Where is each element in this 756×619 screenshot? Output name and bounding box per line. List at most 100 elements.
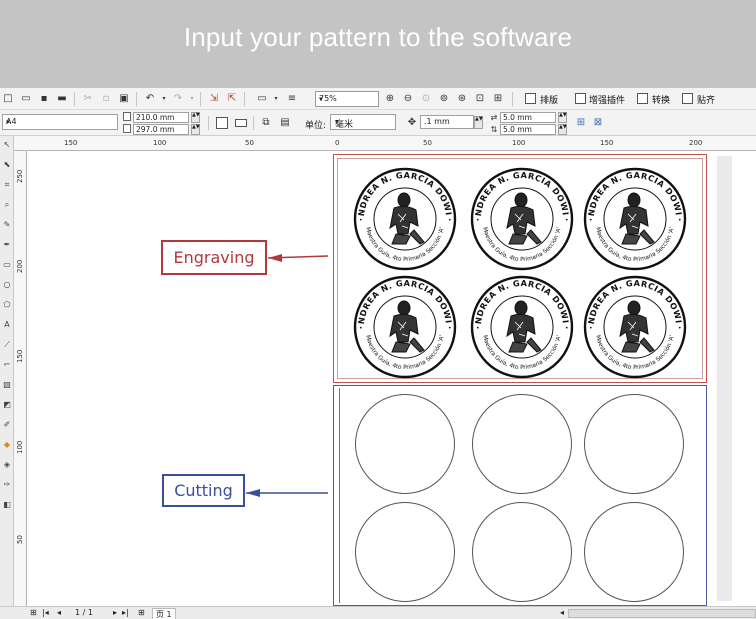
undo-icon[interactable]: ↶ — [144, 93, 156, 105]
duplicate-distance-y-field[interactable]: 5.0 mm — [500, 124, 556, 135]
prev-page-icon[interactable]: ◂ — [57, 608, 61, 617]
smart-fill-icon[interactable]: ◈ — [2, 460, 12, 469]
zoom-out-icon[interactable]: ⊖ — [402, 93, 414, 105]
options-icon[interactable]: ≡ — [286, 93, 298, 105]
cut-circle[interactable] — [355, 394, 455, 494]
page-tab[interactable]: 页 1 — [152, 608, 176, 619]
zoom-in-icon[interactable]: ⊕ — [384, 93, 396, 105]
undo-dropdown-icon[interactable]: ▾ — [158, 93, 170, 105]
cut-icon[interactable]: ✂ — [82, 93, 94, 105]
add-page-end-icon[interactable]: ⊞ — [138, 608, 145, 617]
stamp-design[interactable]: ANDREA N. GARCIA DOWINMaestra Guía, 4to … — [463, 156, 577, 274]
vertical-ruler[interactable]: 250 200 150 100 50 — [14, 151, 27, 606]
layout-command[interactable]: 排版 — [540, 93, 558, 106]
plugin-icon[interactable] — [575, 93, 586, 104]
layout-icon[interactable] — [525, 93, 536, 104]
zoom-selected-icon[interactable]: ⊙ — [420, 93, 432, 105]
open-folder-icon[interactable]: ▭ — [20, 93, 32, 105]
stamp-design[interactable]: ANDREA N. GARCIA DOWINMaestra Guía, 4to … — [576, 156, 690, 274]
snap-objects-icon[interactable]: ⊞ — [575, 117, 587, 129]
plugin-command[interactable]: 增强插件 — [589, 93, 625, 106]
zoom-all-icon[interactable]: ⊚ — [438, 93, 450, 105]
zoom-height-icon[interactable]: ⊞ — [492, 93, 504, 105]
zoom-tool-icon[interactable]: ⌕ — [2, 200, 12, 209]
zoom-select[interactable]: 75% ▾ — [315, 91, 379, 107]
artistic-media-icon[interactable]: ✒ — [2, 240, 12, 249]
export-icon[interactable]: ⇱ — [226, 93, 238, 105]
ellipse-tool-icon[interactable]: ○ — [2, 280, 12, 289]
launcher-dropdown-icon[interactable]: ▾ — [270, 93, 282, 105]
fill-tool-icon[interactable]: ◧ — [2, 500, 12, 509]
application-launcher-icon[interactable]: ▭ — [256, 93, 268, 105]
nudge-spinner[interactable]: ▲▼ — [474, 116, 483, 129]
unit-select[interactable]: 毫米 ▾ — [330, 114, 396, 130]
svg-text:•: • — [565, 217, 569, 224]
cut-circle[interactable] — [472, 502, 572, 602]
drawing-canvas[interactable]: ANDREA N. GARCIA DOWINMaestra Guía, 4to … — [27, 151, 756, 606]
snap-command[interactable]: 贴齐 — [697, 93, 715, 106]
polygon-tool-icon[interactable]: ⬠ — [2, 300, 12, 309]
redo-dropdown-icon[interactable]: ▾ — [186, 93, 198, 105]
stamp-design[interactable]: ANDREA N. GARCIA DOWINMaestra Guía, 4to … — [346, 264, 460, 382]
width-spinner[interactable]: ▲▼ — [191, 112, 200, 123]
first-page-icon[interactable]: |◂ — [42, 608, 49, 617]
parallel-dimension-icon[interactable]: ⟋ — [2, 340, 12, 349]
standard-toolbar: □ ▭ ▪ ▬ ✂ ▫ ▣ ↶ ▾ ↷ ▾ ⇲ ⇱ ▭ ▾ ≡ 75% ▾ ⊕ … — [0, 88, 756, 110]
snap-icon[interactable] — [682, 93, 693, 104]
freehand-tool-icon[interactable]: ✎ — [2, 220, 12, 229]
height-spinner[interactable]: ▲▼ — [191, 124, 200, 135]
nudge-distance-field[interactable]: .1 mm — [420, 115, 474, 129]
text-tool-icon[interactable]: A — [2, 320, 12, 329]
page-width-field[interactable]: 210.0 mm — [133, 112, 189, 123]
page-size-select[interactable]: A4 ▾ — [2, 114, 118, 130]
portrait-icon[interactable] — [216, 117, 228, 129]
svg-text:•: • — [448, 325, 452, 332]
stamp-design[interactable]: ANDREA N. GARCIA DOWINMaestra Guía, 4to … — [463, 264, 577, 382]
stamp-design[interactable]: ANDREA N. GARCIA DOWINMaestra Guía, 4to … — [576, 264, 690, 382]
outline-pen-icon[interactable]: ✑ — [2, 480, 12, 489]
unit-label: 单位: — [305, 121, 327, 131]
crop-tool-icon[interactable]: ⌗ — [2, 180, 12, 189]
paste-icon[interactable]: ▣ — [118, 93, 130, 105]
current-page-icon[interactable]: ▤ — [279, 117, 291, 129]
save-icon[interactable]: ▪ — [38, 93, 50, 105]
connector-tool-icon[interactable]: ⌐ — [2, 360, 12, 369]
kneeling-figure-icon — [506, 300, 542, 353]
horizontal-ruler[interactable]: 150 100 50 0 50 100 150 200 — [14, 136, 756, 151]
scroll-left-icon[interactable]: ◂ — [560, 608, 564, 617]
stamp-design[interactable]: ANDREA N. GARCIA DOWINMaestra Guía, 4to … — [346, 156, 460, 274]
rectangle-tool-icon[interactable]: ▭ — [2, 260, 12, 269]
landscape-icon[interactable] — [235, 119, 247, 127]
cut-circle[interactable] — [472, 394, 572, 494]
transparency-tool-icon[interactable]: ◩ — [2, 400, 12, 409]
redo-icon[interactable]: ↷ — [172, 93, 184, 105]
print-icon[interactable]: ▬ — [56, 93, 68, 105]
dynamic-guides-icon[interactable]: ⊠ — [592, 117, 604, 129]
svg-text:•: • — [359, 325, 363, 332]
last-page-icon[interactable]: ▸| — [122, 608, 129, 617]
copy-icon[interactable]: ▫ — [100, 93, 112, 105]
drop-shadow-icon[interactable]: ▧ — [2, 380, 12, 389]
cut-circle[interactable] — [355, 502, 455, 602]
zoom-page-icon[interactable]: ⊛ — [456, 93, 468, 105]
new-document-icon[interactable]: □ — [2, 93, 14, 105]
dup-x-spinner[interactable]: ▲▼ — [558, 112, 567, 123]
shape-tool-icon[interactable]: ⬉ — [2, 160, 12, 169]
next-page-icon[interactable]: ▸ — [113, 608, 117, 617]
import-icon[interactable]: ⇲ — [208, 93, 220, 105]
zoom-width-icon[interactable]: ⊡ — [474, 93, 486, 105]
interactive-fill-icon[interactable]: ◆ — [2, 440, 12, 449]
eyedropper-tool-icon[interactable]: ✐ — [2, 420, 12, 429]
pick-tool-icon[interactable]: ↖ — [2, 140, 12, 149]
duplicate-distance-x-field[interactable]: 5.0 mm — [500, 112, 556, 123]
dup-y-spinner[interactable]: ▲▼ — [558, 124, 567, 135]
cut-circle[interactable] — [584, 502, 684, 602]
app-window: □ ▭ ▪ ▬ ✂ ▫ ▣ ↶ ▾ ↷ ▾ ⇲ ⇱ ▭ ▾ ≡ 75% ▾ ⊕ … — [0, 88, 756, 619]
page-height-field[interactable]: 297.0 mm — [133, 124, 189, 135]
horizontal-scrollbar[interactable] — [568, 609, 756, 618]
all-pages-icon[interactable]: ⧉ — [260, 117, 272, 129]
add-page-icon[interactable]: ⊞ — [30, 608, 37, 617]
cut-circle[interactable] — [584, 394, 684, 494]
convert-icon[interactable] — [637, 93, 648, 104]
convert-command[interactable]: 转换 — [652, 93, 670, 106]
